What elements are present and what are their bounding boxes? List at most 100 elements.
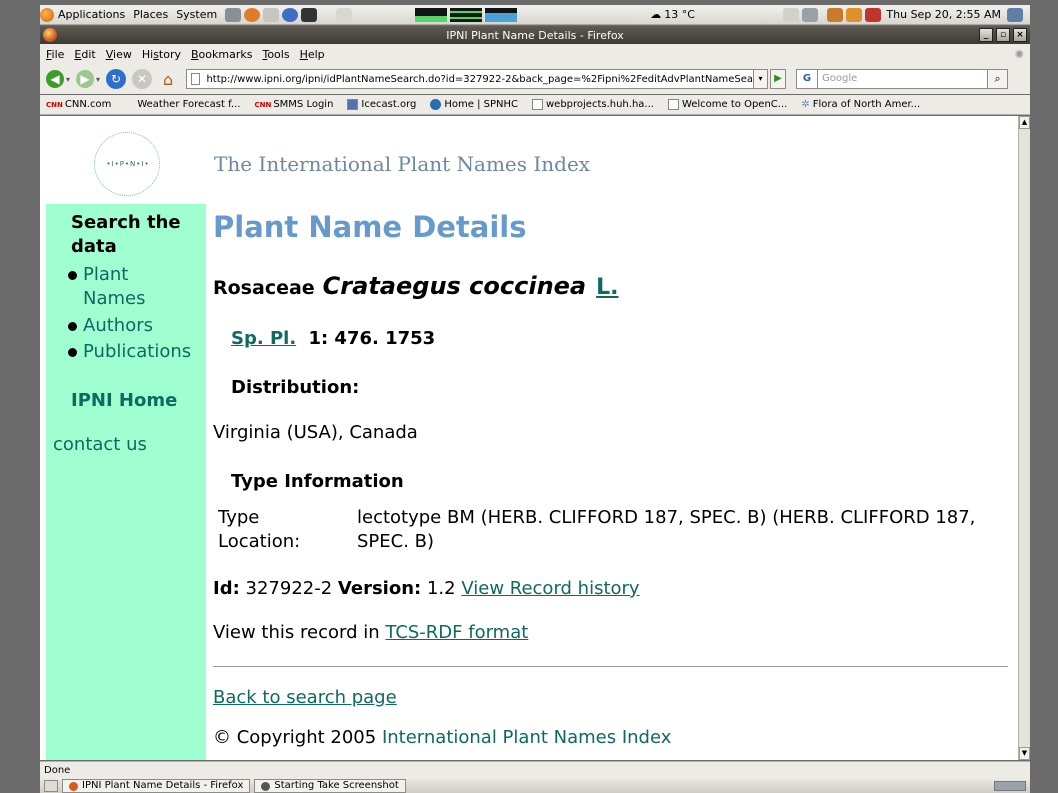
author-link[interactable]: L. — [596, 275, 618, 300]
menu-edit[interactable]: Edit — [74, 48, 95, 61]
bookmark-openc[interactable]: Welcome to OpenC... — [667, 99, 787, 110]
bookmark-label: Weather Forecast f... — [137, 99, 241, 110]
menu-tools[interactable]: Tools — [262, 48, 289, 61]
tcs-rdf-link[interactable]: TCS-RDF format — [385, 622, 528, 643]
bookmark-label: Icecast.org — [361, 99, 417, 110]
show-desktop-button[interactable] — [44, 780, 58, 792]
back-button[interactable]: ◀ — [46, 70, 64, 88]
bookmark-flora[interactable]: ✲ Flora of North Amer... — [801, 99, 920, 110]
terminal-launcher-icon[interactable] — [301, 7, 318, 22]
reload-button[interactable]: ↻ — [106, 69, 127, 89]
volume-tray-icon[interactable] — [802, 7, 819, 22]
scroll-down-button[interactable]: ▼ — [1019, 747, 1030, 760]
cnn-icon: CNN — [46, 100, 63, 109]
email-launcher-icon[interactable] — [263, 7, 280, 22]
scroll-up-button[interactable]: ▲ — [1019, 116, 1030, 129]
page-viewport: •I•P•N•I• The International Plant Names … — [40, 116, 1018, 760]
menu-edit-label: dit — [81, 47, 96, 61]
menu-history[interactable]: History — [142, 48, 181, 61]
menu-help-label: elp — [307, 47, 325, 61]
memory-monitor-icon — [450, 7, 483, 22]
notes-applet-icon[interactable] — [336, 7, 353, 22]
forward-history-dropdown-icon[interactable]: ▾ — [96, 75, 100, 84]
notification-tray-icon[interactable] — [846, 7, 863, 22]
url-bar[interactable]: http://www.ipni.org/ipni/idPlantNameSear… — [186, 69, 755, 89]
close-button[interactable]: × — [1013, 28, 1027, 42]
sidebar-item-publications[interactable]: Publications — [68, 340, 191, 364]
ipni-home-link[interactable]: IPNI Home — [71, 390, 177, 411]
menu-file[interactable]: File — [46, 48, 64, 61]
search-input[interactable]: Google — [818, 69, 989, 89]
search-button[interactable]: ⌕ — [988, 69, 1009, 89]
system-menu[interactable]: System — [176, 8, 217, 21]
bookmark-webprojects[interactable]: webprojects.huh.ha... — [531, 99, 654, 110]
sidebar-item-label: Plant Names — [83, 264, 146, 309]
bookmark-spnhc[interactable]: Home | SPNHC — [430, 99, 518, 110]
bookmark-label: Flora of North Amer... — [812, 99, 921, 110]
menu-view[interactable]: View — [106, 48, 132, 61]
workspace-switcher[interactable] — [994, 781, 1026, 791]
menu-file-label: ile — [51, 47, 65, 61]
cnn-icon: CNN — [254, 100, 272, 109]
back-to-search-link[interactable]: Back to search page — [213, 687, 397, 708]
stop-button[interactable]: ✕ — [132, 69, 153, 89]
home-button[interactable]: ⌂ — [158, 69, 178, 89]
bullet-icon — [68, 322, 77, 331]
maximize-button[interactable]: ▫ — [996, 28, 1010, 42]
status-bar: Done — [40, 761, 1030, 779]
firefox-menubar: File Edit View History Bookmarks Tools H… — [40, 44, 1030, 64]
firefox-launcher-icon[interactable] — [244, 7, 261, 22]
contact-us-link[interactable]: contact us — [53, 434, 147, 455]
taskbar-item-screenshot[interactable]: Starting Take Screenshot — [254, 779, 406, 793]
bookmark-weather[interactable]: Weather Forecast f... — [137, 99, 240, 110]
bookmark-label: CNN.com — [64, 99, 112, 110]
url-history-dropdown-button[interactable]: ▾ — [754, 69, 769, 89]
menu-help[interactable]: Help — [300, 48, 325, 61]
page-icon — [531, 99, 543, 110]
publication-link[interactable]: Sp. Pl. — [231, 328, 296, 349]
sidebar-item-authors[interactable]: Authors — [68, 314, 153, 338]
publication-citation: 1: 476. 1753 — [308, 328, 436, 349]
bookmark-label: Home | SPNHC — [444, 99, 518, 110]
workspace-switcher-icon[interactable] — [1007, 7, 1023, 22]
bookmark-label: SMMS Login — [273, 99, 334, 110]
clipboard-tray-icon[interactable] — [783, 7, 800, 22]
places-menu[interactable]: Places — [133, 8, 168, 21]
applications-menu[interactable]: Applications — [40, 7, 126, 22]
weather-applet[interactable]: ☁ 13 °C — [650, 8, 695, 21]
menu-bookmarks[interactable]: Bookmarks — [191, 48, 252, 61]
bookmark-smms[interactable]: CNN SMMS Login — [254, 99, 333, 110]
copyright-line: © Copyright 2005 International Plant Nam… — [213, 727, 671, 748]
copyright-owner-link[interactable]: International Plant Names Index — [382, 727, 671, 748]
clock-applet[interactable]: Thu Sep 20, 2:55 AM — [886, 8, 1001, 21]
update-tray-icon[interactable] — [827, 7, 844, 22]
taskbar-item-firefox[interactable]: IPNI Plant Name Details - Firefox — [62, 779, 251, 793]
network-launcher-icon[interactable] — [225, 7, 242, 22]
menu-bookmarks-mnemonic: B — [191, 47, 199, 61]
type-location-value: lectotype BM (HERB. CLIFFORD 187, SPEC. … — [357, 507, 976, 552]
firefox-window-icon[interactable] — [43, 28, 57, 42]
view-record-history-link[interactable]: View Record history — [461, 578, 639, 599]
help-launcher-icon[interactable] — [282, 7, 299, 22]
gnome-foot-icon — [40, 7, 54, 22]
distribution-value: Virginia (USA), Canada — [213, 422, 418, 443]
window-titlebar[interactable]: IPNI Plant Name Details - Firefox _ ▫ × — [40, 26, 1030, 44]
google-icon: G — [802, 73, 812, 84]
minimize-button[interactable]: _ — [979, 28, 993, 42]
ipni-logo[interactable]: •I•P•N•I• — [94, 132, 160, 196]
applications-menu-label: Applications — [58, 8, 126, 21]
vertical-scrollbar[interactable]: ▲ ▼ — [1018, 116, 1030, 760]
bookmark-cnn[interactable]: CNN CNN.com — [46, 99, 111, 110]
logout-tray-icon[interactable] — [865, 7, 882, 22]
back-history-dropdown-icon[interactable]: ▾ — [66, 75, 70, 84]
menu-view-mnemonic: V — [105, 47, 114, 61]
type-location-label: Type Location: — [218, 507, 301, 552]
network-monitor-icon — [485, 7, 518, 22]
sidebar-item-plant-names[interactable]: Plant Names — [68, 263, 188, 311]
bookmark-icecast[interactable]: Icecast.org — [347, 99, 416, 110]
arrow-right-icon: ▶ — [80, 72, 90, 86]
search-engine-selector[interactable]: G — [796, 69, 819, 89]
flora-icon: ✲ — [801, 99, 810, 110]
forward-button[interactable]: ▶ — [76, 70, 95, 88]
go-button[interactable]: ▶ — [770, 69, 787, 89]
